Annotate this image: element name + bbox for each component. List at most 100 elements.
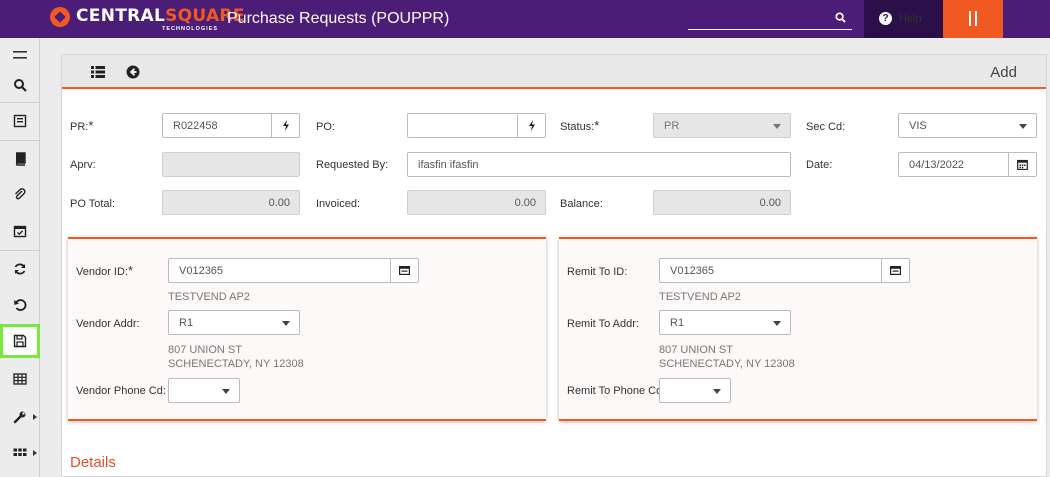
balance-field bbox=[653, 190, 791, 215]
po-total-label: PO Total: bbox=[70, 198, 116, 210]
logo-mark-icon bbox=[50, 7, 70, 27]
date-field bbox=[898, 152, 1037, 177]
sidebar-refresh[interactable] bbox=[0, 252, 40, 286]
vendor-id-label: Vendor ID:* bbox=[76, 263, 134, 278]
apps-grid-icon bbox=[13, 448, 27, 456]
vendor-card: Vendor ID:* TESTVEND AP2 Vendor Addr: R1… bbox=[68, 237, 546, 421]
calendar-check-icon bbox=[13, 225, 27, 238]
seccd-select[interactable]: VIS bbox=[898, 113, 1037, 138]
book-icon bbox=[15, 152, 26, 166]
remit-phone-label: Remit To Phone Cd: bbox=[567, 385, 666, 397]
top-bar: CENTRALSQUARE TECHNOLOGIES Purchase Requ… bbox=[0, 0, 1050, 38]
remit-id-field bbox=[659, 258, 910, 283]
left-sidebar bbox=[0, 38, 40, 477]
sidebar-attach[interactable] bbox=[0, 178, 40, 212]
pause-button[interactable] bbox=[943, 0, 1003, 38]
main-panel: Add PR:* PO: Status:* PR Sec Cd: VIS Apr… bbox=[61, 54, 1047, 477]
remit-id-label: Remit To ID: bbox=[567, 266, 628, 278]
sidebar-calendar[interactable] bbox=[0, 214, 40, 248]
date-picker-button[interactable] bbox=[1008, 153, 1036, 176]
pr-label: PR:* bbox=[70, 118, 94, 133]
sidebar-search[interactable] bbox=[0, 68, 40, 102]
remit-card: Remit To ID: TESTVEND AP2 Remit To Addr:… bbox=[559, 237, 1037, 421]
table-grid-icon bbox=[13, 373, 27, 385]
pause-icon bbox=[969, 11, 971, 26]
vendor-lookup-button[interactable] bbox=[390, 259, 418, 282]
remit-addr-line1: 807 UNION ST bbox=[659, 344, 733, 356]
record-icon bbox=[13, 114, 27, 128]
search-icon[interactable] bbox=[835, 12, 846, 23]
sidebar-tools[interactable] bbox=[0, 400, 40, 434]
sidebar-book[interactable] bbox=[0, 142, 40, 176]
balance-label: Balance: bbox=[560, 198, 603, 210]
remit-addr-label: Remit To Addr: bbox=[567, 318, 639, 330]
requested-by-field bbox=[407, 152, 791, 177]
question-icon: ? bbox=[879, 12, 892, 25]
chevron-down-icon bbox=[1019, 124, 1027, 129]
vendor-id-input[interactable] bbox=[169, 259, 418, 282]
pr-field bbox=[162, 113, 300, 138]
chevron-down-icon bbox=[222, 389, 230, 394]
vendor-addr-line2: SCHENECTADY, NY 12308 bbox=[168, 358, 304, 370]
refresh-icon bbox=[14, 263, 26, 275]
undo-icon bbox=[14, 299, 27, 311]
po-label: PO: bbox=[316, 121, 335, 133]
vendor-phone-label: Vendor Phone Cd: bbox=[76, 385, 166, 397]
sidebar-record[interactable] bbox=[0, 104, 40, 138]
card-lookup-icon bbox=[890, 266, 901, 275]
remit-phone-select[interactable] bbox=[659, 378, 731, 403]
back-arrow-icon[interactable] bbox=[126, 65, 140, 79]
vendor-addr-line1: 807 UNION ST bbox=[168, 344, 242, 356]
sidebar-apps[interactable] bbox=[0, 436, 40, 470]
search-icon bbox=[14, 79, 27, 92]
date-label: Date: bbox=[806, 159, 833, 171]
wrench-icon bbox=[13, 411, 26, 424]
brand-sub: TECHNOLOGIES bbox=[162, 26, 219, 32]
sidebar-grid[interactable] bbox=[0, 362, 40, 396]
remit-addr-line2: SCHENECTADY, NY 12308 bbox=[659, 358, 795, 370]
details-section-title[interactable]: Details bbox=[70, 454, 116, 471]
brand-left: CENTRAL bbox=[76, 6, 166, 26]
global-search bbox=[688, 10, 852, 30]
menu-icon bbox=[13, 51, 27, 59]
po-lookup-button[interactable] bbox=[517, 114, 545, 137]
status-label: Status:* bbox=[560, 118, 600, 133]
aprv-input bbox=[163, 153, 299, 176]
aprv-field bbox=[162, 152, 300, 177]
sidebar-undo[interactable] bbox=[0, 288, 40, 322]
sidebar-menu[interactable] bbox=[0, 38, 40, 72]
po-total-input bbox=[163, 191, 299, 214]
chevron-down-icon bbox=[713, 389, 721, 394]
chevron-down-icon bbox=[282, 321, 290, 326]
invoiced-input bbox=[408, 191, 545, 214]
invoiced-label: Invoiced: bbox=[316, 198, 361, 210]
remit-id-input[interactable] bbox=[660, 259, 909, 282]
remit-addr-select[interactable]: R1 bbox=[659, 310, 791, 335]
panel-toolbar: Add bbox=[62, 55, 1046, 89]
list-view-icon[interactable] bbox=[91, 66, 105, 78]
vendor-name: TESTVEND AP2 bbox=[168, 291, 250, 303]
po-total-field bbox=[162, 190, 300, 215]
lightning-icon bbox=[528, 120, 535, 131]
help-button[interactable]: ? Help bbox=[864, 0, 943, 38]
status-value: PR bbox=[664, 120, 680, 132]
vendor-addr-value: R1 bbox=[179, 317, 194, 329]
card-lookup-icon bbox=[399, 266, 410, 275]
remit-lookup-button[interactable] bbox=[881, 259, 909, 282]
status-select[interactable]: PR bbox=[653, 113, 791, 138]
requested-by-input[interactable] bbox=[408, 153, 790, 176]
global-search-input[interactable] bbox=[688, 10, 828, 28]
chevron-down-icon bbox=[773, 124, 781, 129]
vendor-id-field bbox=[168, 258, 419, 283]
seccd-value: VIS bbox=[909, 120, 927, 132]
paperclip-icon bbox=[15, 188, 26, 200]
form-mode-label: Add bbox=[990, 64, 1017, 81]
sidebar-save[interactable] bbox=[0, 324, 40, 358]
vendor-addr-select[interactable]: R1 bbox=[168, 310, 300, 335]
vendor-phone-select[interactable] bbox=[168, 378, 240, 403]
expand-arrow-icon bbox=[33, 450, 37, 456]
pr-lookup-button[interactable] bbox=[271, 114, 299, 137]
seccd-label: Sec Cd: bbox=[806, 121, 846, 133]
app-title: Purchase Requests (POUPPR) bbox=[227, 10, 450, 27]
po-field bbox=[407, 113, 546, 138]
